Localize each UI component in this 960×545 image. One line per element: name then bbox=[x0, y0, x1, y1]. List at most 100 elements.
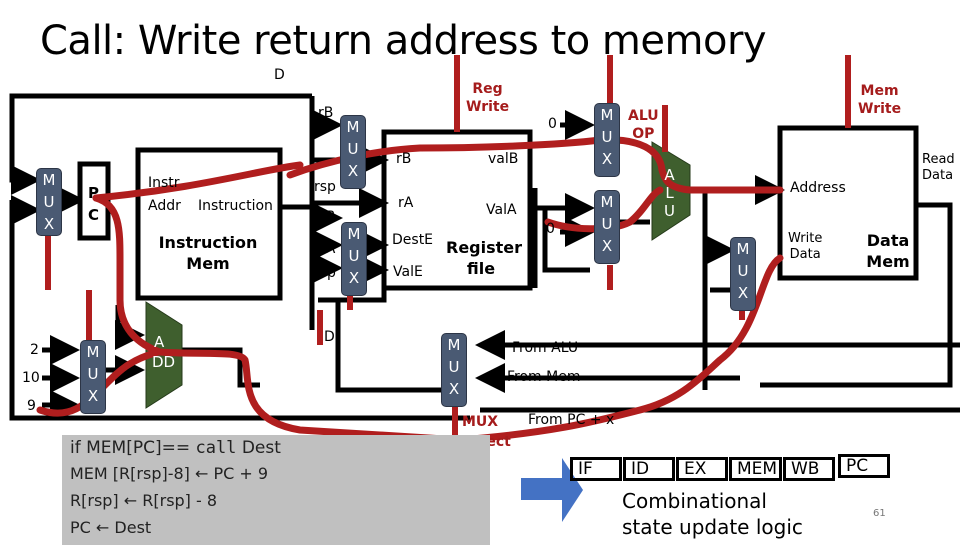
mux-letter: X bbox=[348, 269, 360, 287]
mux-letter: M bbox=[447, 336, 461, 354]
ctrl-line: ALU bbox=[628, 108, 659, 124]
name-line: Register bbox=[446, 238, 523, 257]
pc-letter: C bbox=[88, 206, 100, 224]
mux-letter: U bbox=[448, 358, 460, 376]
mux-letter: M bbox=[42, 171, 56, 189]
srcb-mux-input-rsp: rsp bbox=[314, 179, 336, 195]
stage-mem: MEM bbox=[729, 457, 782, 481]
alu-label: A L U bbox=[664, 166, 675, 220]
port-line: Data bbox=[922, 168, 954, 183]
pc-mux: M U X bbox=[36, 168, 62, 236]
adder-letter: A bbox=[154, 333, 165, 351]
datamem-port-read: Read Data bbox=[922, 152, 955, 184]
code-keyword: call bbox=[195, 438, 237, 458]
alu-a-zero: 0 bbox=[548, 116, 557, 132]
mux-letter: M bbox=[600, 106, 614, 124]
mux-letter: X bbox=[448, 380, 460, 398]
ctrl-line: Write bbox=[858, 101, 902, 118]
pc-inc-mux: M U X bbox=[80, 340, 106, 414]
mux-letter: U bbox=[601, 215, 613, 233]
writeback-mux: M U X bbox=[441, 333, 467, 407]
code-suffix: Dest bbox=[236, 438, 281, 458]
instr-addr-port-label-2: Addr bbox=[148, 198, 181, 214]
srcb-mux-input-rb: rB bbox=[318, 105, 334, 121]
mux-letter: U bbox=[43, 193, 55, 211]
datamem-port-write: Write Data bbox=[788, 231, 822, 263]
alu-b-mux: M U X bbox=[594, 190, 620, 264]
d-label-bottom: D bbox=[324, 329, 335, 345]
alu-letter: A bbox=[664, 166, 675, 184]
wb-input-from-alu: From ALU bbox=[512, 340, 579, 356]
dst-mux-input-rb: rB bbox=[320, 209, 336, 225]
name-line: Mem bbox=[866, 251, 910, 271]
ctrl-line: Write bbox=[466, 99, 510, 116]
code-line-1: if MEM[PC]== call Dest bbox=[70, 438, 281, 458]
alu-b-zero: 0 bbox=[546, 221, 555, 237]
pc-inc-input-2: 2 bbox=[30, 342, 39, 358]
mux-letter: M bbox=[600, 193, 614, 211]
code-line-3: R[rsp] ← R[rsp] - 8 bbox=[70, 491, 218, 510]
caption-line: Combinational bbox=[622, 489, 767, 513]
ctrl-line: MUX bbox=[462, 414, 499, 430]
d-label-top: D bbox=[274, 67, 285, 83]
stage-if: IF bbox=[570, 457, 622, 481]
dst-mux: M U X bbox=[341, 222, 367, 296]
port-line: Write bbox=[788, 231, 823, 246]
name-line: Instruction bbox=[158, 233, 258, 252]
pc-inc-input-9: 9 bbox=[27, 398, 36, 414]
write-data-mux: M U X bbox=[730, 237, 756, 311]
code-prefix: if MEM[PC]== bbox=[70, 438, 196, 458]
wb-input-from-pc: From PC + x bbox=[528, 412, 615, 428]
reg-write-label: Reg Write bbox=[466, 80, 509, 116]
mux-letter: U bbox=[348, 247, 360, 265]
name-line: file bbox=[466, 258, 496, 278]
pc-inc-input-10: 10 bbox=[22, 370, 40, 386]
regfile-port-rb: rB bbox=[396, 151, 412, 167]
adder-letter: DD bbox=[152, 353, 176, 371]
register-file-name: Register file bbox=[446, 238, 523, 280]
mem-write-label: Mem Write bbox=[858, 82, 901, 118]
stage-wb: WB bbox=[783, 457, 835, 481]
dst-mux-input-ra: rA bbox=[320, 241, 336, 257]
stage-id: ID bbox=[623, 457, 675, 481]
mux-letter: M bbox=[347, 225, 361, 243]
mux-letter: U bbox=[601, 128, 613, 146]
wire-instruction bbox=[280, 96, 315, 210]
instruction-mem-name: Instruction Mem bbox=[158, 233, 258, 275]
stage-ex: EX bbox=[676, 457, 728, 481]
mux-letter: M bbox=[86, 343, 100, 361]
rtl-code-box: if MEM[PC]== call Dest MEM [R[rsp]-8] ← … bbox=[62, 435, 490, 545]
regfile-port-vale: ValE bbox=[393, 264, 423, 280]
stage-pc: PC bbox=[838, 454, 890, 478]
dst-mux-input-rsp: rsp bbox=[314, 265, 336, 281]
pc-letter: P bbox=[88, 184, 99, 202]
alu-letter: L bbox=[665, 184, 674, 202]
regfile-port-valb: valB bbox=[488, 151, 519, 167]
ctrl-line: OP bbox=[632, 126, 655, 143]
alu-op-label: ALU OP bbox=[628, 107, 659, 143]
data-mem-name: Data Mem bbox=[862, 231, 914, 273]
code-line-4: PC ← Dest bbox=[70, 518, 152, 537]
instr-addr-port-label-1: Instr bbox=[148, 175, 180, 191]
page-number: 61 bbox=[873, 508, 886, 519]
name-line: Mem bbox=[186, 253, 230, 273]
regfile-port-deste: DestE bbox=[392, 232, 434, 248]
ctrl-line: Mem bbox=[860, 83, 899, 99]
datamem-port-address: Address bbox=[790, 180, 846, 196]
name-line: Data bbox=[866, 231, 910, 250]
srcb-mux: M U X bbox=[340, 115, 366, 189]
regfile-port-vala: ValA bbox=[486, 202, 517, 218]
adder-label: A DD bbox=[152, 332, 175, 372]
wb-input-from-mem: From Mem bbox=[507, 369, 581, 385]
mux-letter: X bbox=[737, 284, 749, 302]
port-line: Read bbox=[922, 152, 955, 167]
port-line: Data bbox=[789, 247, 821, 262]
pc-register: P C bbox=[88, 182, 99, 226]
mux-letter: U bbox=[87, 365, 99, 383]
alu-letter: U bbox=[664, 202, 675, 220]
code-line-2: MEM [R[rsp]-8] ← PC + 9 bbox=[70, 464, 269, 483]
path-pc-to-imem bbox=[92, 161, 304, 202]
mux-letter: X bbox=[601, 237, 613, 255]
mux-letter: X bbox=[347, 162, 359, 180]
mux-letter: M bbox=[736, 240, 750, 258]
